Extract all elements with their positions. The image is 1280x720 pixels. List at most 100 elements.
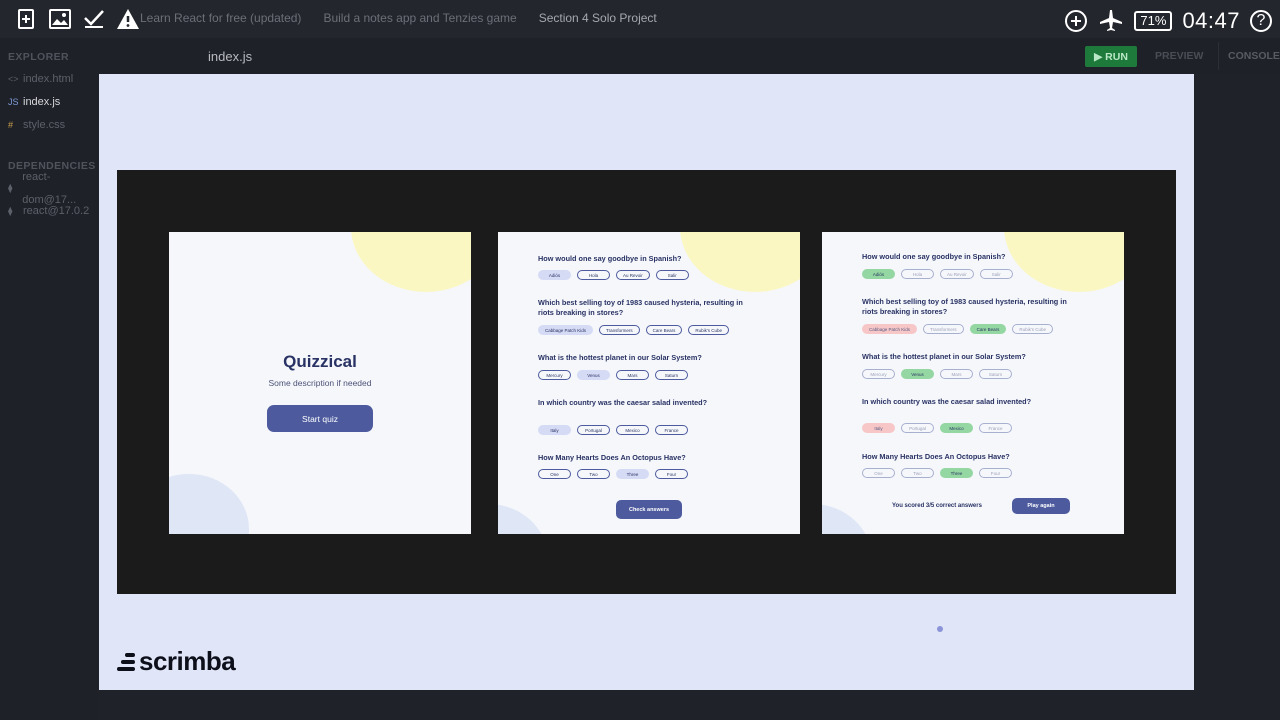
top-bar: Learn React for free (updated) Build a n… (0, 0, 1280, 38)
add-circle-icon[interactable] (1064, 9, 1088, 33)
answer-option[interactable]: France (655, 425, 688, 435)
check-answers-button[interactable]: Check answers (616, 500, 682, 519)
question-text: In which country was the caesar salad in… (862, 397, 1032, 406)
battery-indicator: 71% (1134, 11, 1173, 31)
help-icon[interactable]: ? (1250, 10, 1272, 32)
breadcrumb: Learn React for free (updated) Build a n… (140, 11, 657, 25)
answer-option: Cabbage Patch Kids (862, 324, 918, 334)
breadcrumb-module[interactable]: Build a notes app and Tenzies game (323, 11, 516, 25)
editor-tab-bar: index.js ▶ RUN PREVIEW CONSOLE (98, 38, 1280, 74)
answer-option: Portugal (901, 423, 934, 433)
start-quiz-button[interactable]: Start quiz (267, 405, 373, 432)
clock: 04:47 (1182, 8, 1240, 33)
answer-option: Hola (901, 269, 934, 279)
slide-preview: Quizzical Some description if needed Sta… (99, 74, 1194, 690)
dependency-react[interactable]: ⧫ react@17.0.2 (0, 200, 98, 223)
answer-option: One (862, 468, 895, 478)
answer-option: Au Revoir (940, 269, 974, 279)
add-page-icon[interactable] (14, 8, 38, 30)
package-icon: ⧫ (8, 206, 13, 216)
answer-option[interactable]: Au Revoir (616, 270, 650, 280)
check-icon[interactable] (82, 8, 106, 30)
answer-row: Adiós Hola Au Revoir Salir (538, 270, 689, 280)
answer-option[interactable]: Mars (616, 370, 649, 380)
quiz-title: Quizzical (283, 352, 357, 371)
answer-row: Italy Portugal Mexico France (862, 423, 1012, 433)
answer-option: France (979, 423, 1012, 433)
answer-option: Mercury (862, 369, 895, 379)
image-icon[interactable] (48, 8, 72, 30)
answer-option[interactable]: Four (655, 469, 688, 479)
screen: Learn React for free (updated) Build a n… (0, 0, 1280, 720)
css-icon: # (8, 120, 14, 130)
answer-row: Mercury Venus Mars Saturn (538, 370, 688, 380)
answer-option[interactable]: Mexico (616, 425, 649, 435)
answer-option[interactable]: One (538, 469, 571, 479)
logo-mark-icon (117, 652, 135, 671)
answer-option: Three (940, 468, 973, 478)
file-index-js[interactable]: JS index.js (0, 91, 98, 114)
results-screen: How would one say goodbye in Spanish? Ad… (822, 232, 1124, 534)
answer-option[interactable]: Italy (538, 425, 571, 435)
answer-option: Mars (940, 369, 973, 379)
answer-option[interactable]: Two (577, 469, 610, 479)
answer-row: Italy Portugal Mexico France (538, 425, 688, 435)
answer-option[interactable]: Mercury (538, 370, 571, 380)
answer-option: Adiós (862, 269, 895, 279)
run-button[interactable]: ▶ RUN (1085, 46, 1137, 67)
answer-row: Cabbage Patch Kids Transformers Care Bea… (862, 324, 1054, 334)
breadcrumb-lesson[interactable]: Section 4 Solo Project (539, 11, 657, 25)
dependency-label: react@17.0.2 (23, 205, 90, 217)
answer-option[interactable]: Cabbage Patch Kids (538, 325, 594, 335)
answer-option[interactable]: Salir (655, 270, 689, 280)
breadcrumb-course[interactable]: Learn React for free (updated) (140, 11, 301, 25)
file-label: index.js (23, 96, 61, 108)
decor-blob (1004, 232, 1124, 292)
decor-blob (822, 504, 872, 534)
answer-option[interactable]: Portugal (577, 425, 610, 435)
intro-screen: Quizzical Some description if needed Sta… (169, 232, 471, 534)
file-style-css[interactable]: # style.css (0, 114, 98, 137)
file-label: index.html (23, 73, 74, 85)
question-text: How would one say goodbye in Spanish? (538, 254, 682, 263)
answer-option: Two (901, 468, 934, 478)
dependency-react-dom[interactable]: ⧫ react-dom@17... (0, 171, 98, 206)
js-icon: JS (8, 97, 19, 107)
answer-row: One Two Three Four (862, 468, 1012, 478)
answer-option[interactable]: Saturn (655, 370, 688, 380)
answer-option: Italy (862, 423, 895, 433)
answer-option: Transformers (923, 324, 964, 334)
answer-option[interactable]: Adiós (538, 270, 571, 280)
answer-option[interactable]: Venus (577, 370, 610, 380)
answer-option[interactable]: Three (616, 469, 649, 479)
question-text: How Many Hearts Does An Octopus Have? (862, 452, 1010, 461)
answer-option[interactable]: Rubik's Cube (688, 325, 730, 335)
question-text: Which best selling toy of 1983 caused hy… (862, 297, 1067, 316)
logo-wordmark: scrimba (139, 646, 236, 676)
tab-preview[interactable]: PREVIEW (1155, 50, 1203, 62)
question-text: Which best selling toy of 1983 caused hy… (538, 298, 743, 317)
quiz-screen: How would one say goodbye in Spanish? Ad… (498, 232, 800, 534)
sidebar: EXPLORER <> index.html JS index.js # sty… (0, 38, 98, 720)
play-icon: ▶ (1094, 50, 1103, 63)
answer-row: Adiós Hola Au Revoir Salir (862, 269, 1013, 279)
play-again-button[interactable]: Play again (1012, 498, 1070, 514)
file-label: style.css (23, 119, 66, 131)
answer-option: Care Bears (969, 324, 1007, 334)
decor-blob (498, 504, 548, 534)
answer-option[interactable]: Transformers (599, 325, 640, 335)
warning-icon[interactable] (116, 8, 140, 30)
answer-option[interactable]: Care Bears (645, 325, 683, 335)
decor-blob (169, 474, 249, 534)
answer-option[interactable]: Hola (577, 270, 610, 280)
tab-index-js[interactable]: index.js (208, 49, 252, 64)
score-text: You scored 3/5 correct answers (892, 503, 982, 509)
question-text: What is the hottest planet in our Solar … (538, 353, 702, 362)
tab-console[interactable]: CONSOLE (1228, 50, 1280, 62)
question-text: In which country was the caesar salad in… (538, 398, 708, 407)
mouse-cursor (937, 626, 943, 632)
answer-option: Mexico (940, 423, 973, 433)
file-index-html[interactable]: <> index.html (0, 68, 98, 91)
scrimba-logo: scrimba (117, 646, 236, 677)
answer-option: Venus (901, 369, 934, 379)
